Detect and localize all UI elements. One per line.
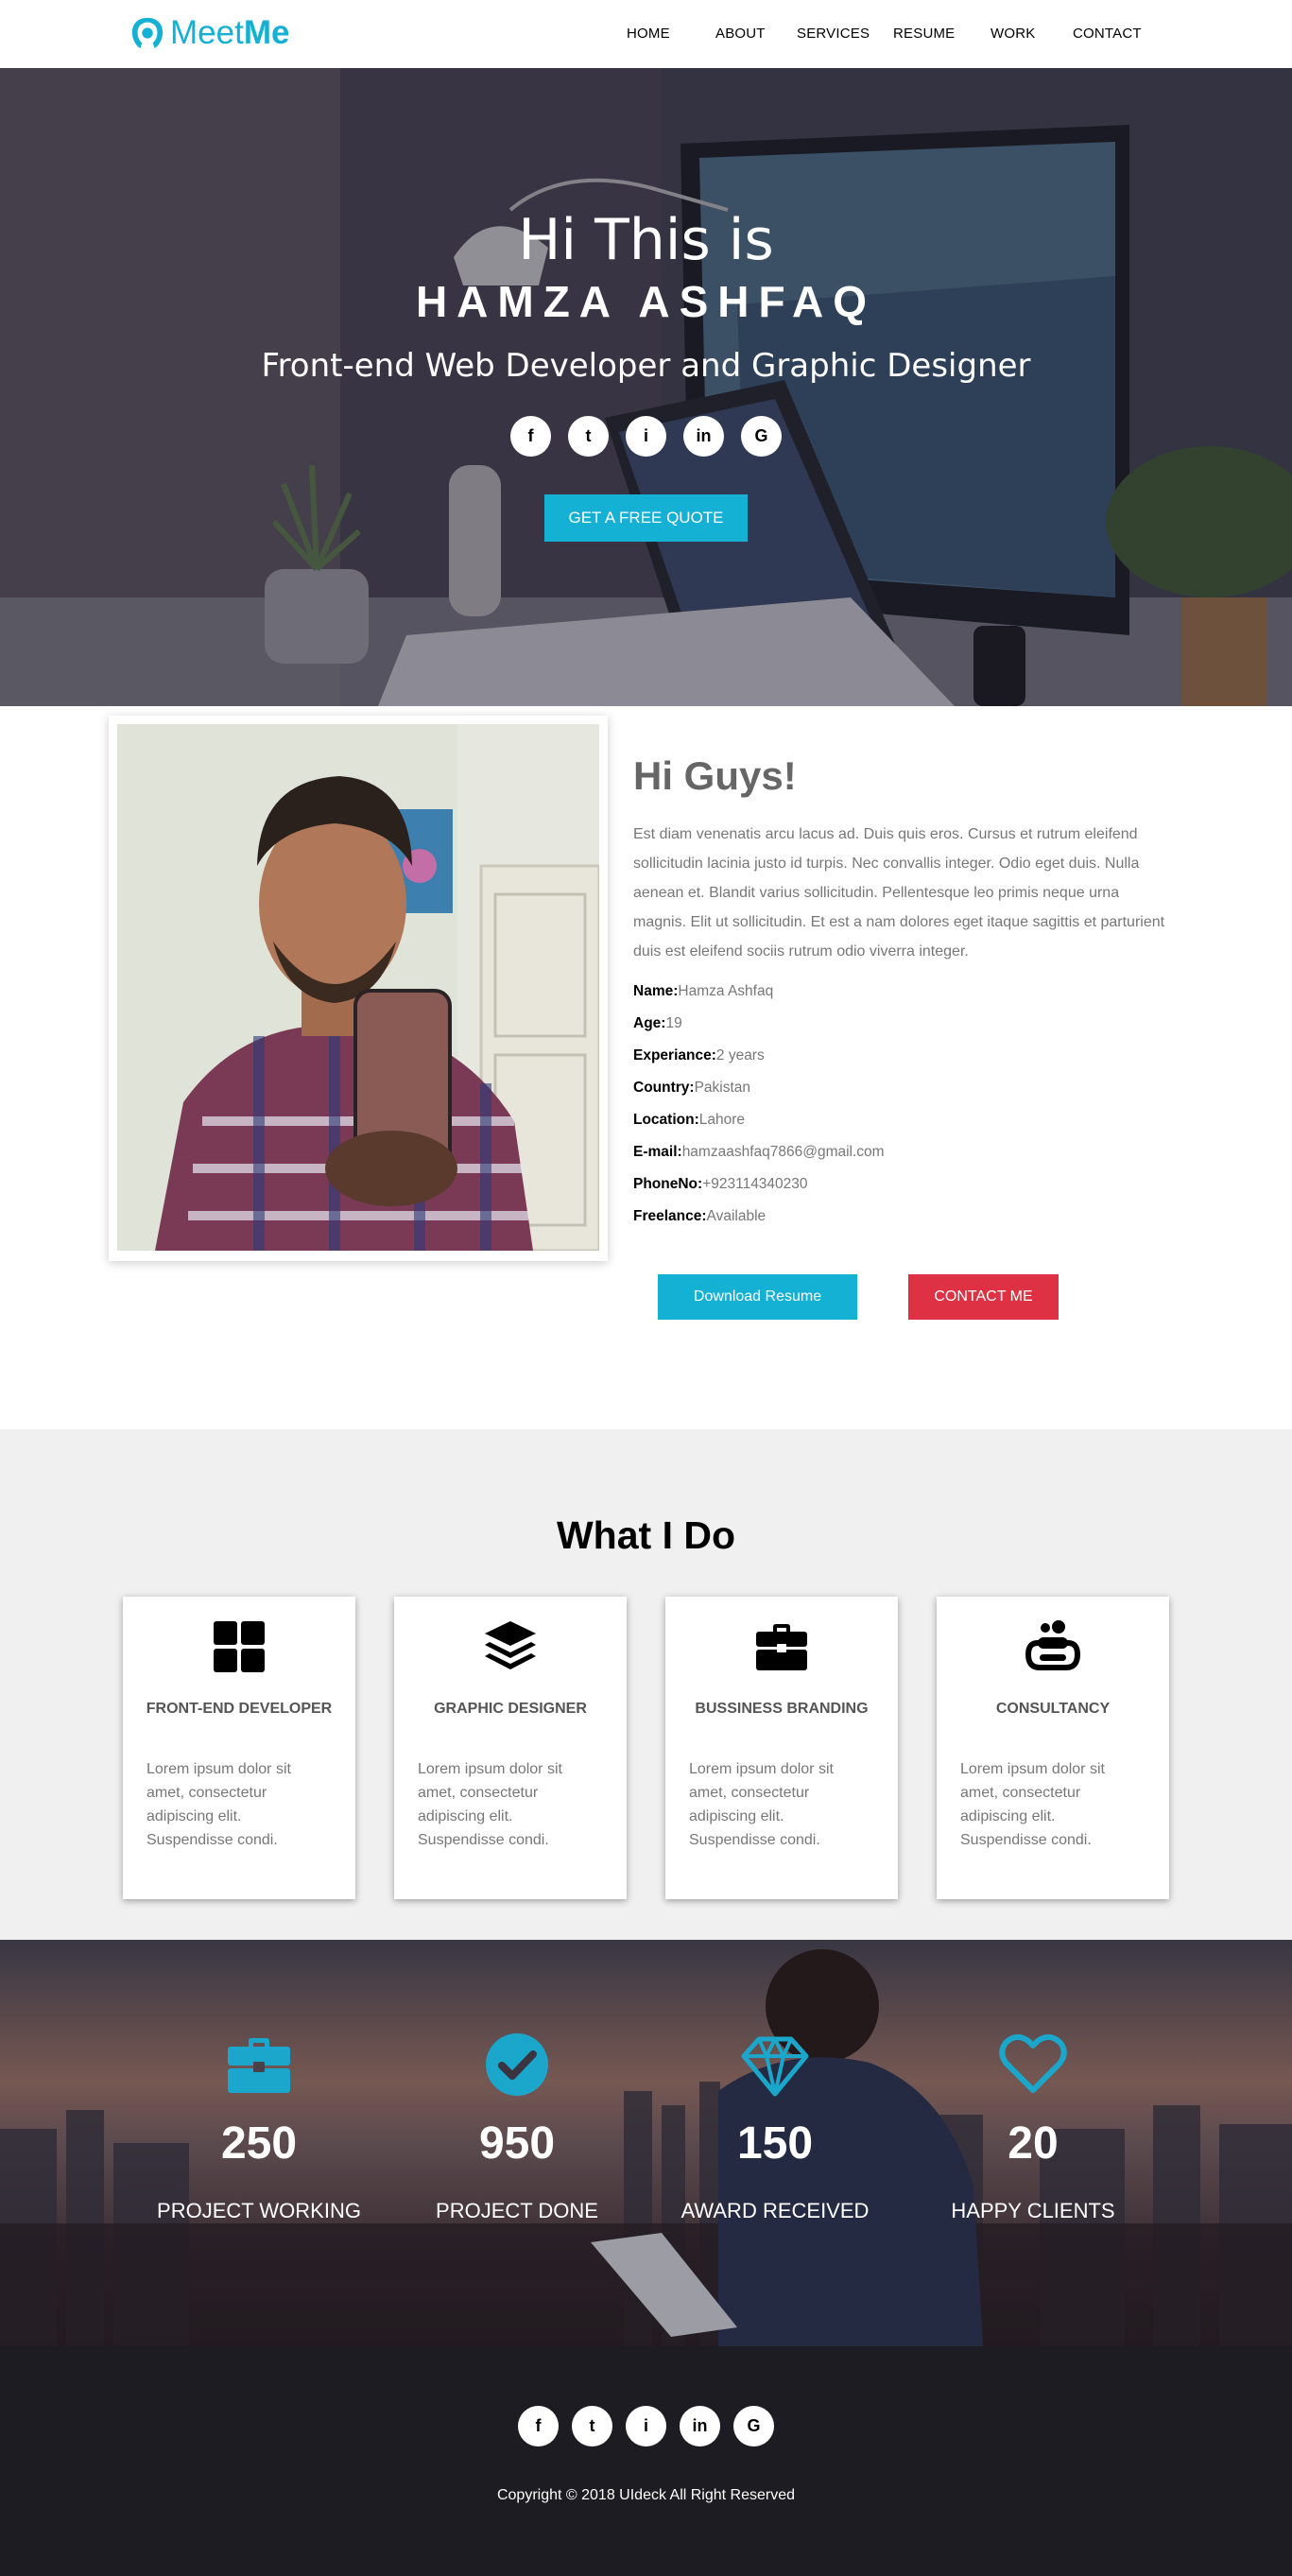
- service-card-title: FRONT-END DEVELOPER: [146, 1701, 333, 1717]
- info-row-age: Age:19: [633, 1008, 1172, 1040]
- info-row-email: E-mail:hamzaashfaq7866@gmail.com: [633, 1136, 1172, 1168]
- about-buttons: Download Resume CONTACT ME: [658, 1274, 1059, 1320]
- nav-resume[interactable]: RESUME: [893, 26, 955, 42]
- info-value: hamzaashfaq7866@gmail.com: [681, 1144, 885, 1160]
- footer: f t i in G Copyright © 2018 UIdeck All R…: [0, 2346, 1292, 2576]
- twitter-icon[interactable]: t: [572, 2406, 612, 2446]
- get-quote-button[interactable]: GET A FREE QUOTE: [544, 494, 748, 542]
- hero-role: Front-end Web Developer and Graphic Desi…: [261, 347, 1031, 385]
- service-card-frontend: FRONT-END DEVELOPER Lorem ipsum dolor si…: [123, 1597, 355, 1899]
- info-row-name: Name:Hamza Ashfaq: [633, 976, 1172, 1008]
- about-section: Hi Guys! Est diam venenatis arcu lacus a…: [0, 706, 1292, 1429]
- stat-value: 250: [220, 2118, 298, 2169]
- facebook-icon[interactable]: f: [510, 416, 551, 457]
- info-row-location: Location:Lahore: [633, 1104, 1172, 1136]
- briefcase-icon: [756, 1624, 807, 1670]
- info-row-experience: Experiance:2 years: [633, 1040, 1172, 1072]
- nav-home[interactable]: HOME: [627, 26, 670, 42]
- about-description: Est diam venenatis arcu lacus ad. Duis q…: [633, 826, 1165, 960]
- hero-name: HAMZA ASHFAQ: [415, 277, 877, 326]
- service-card-text: Lorem ipsum dolor sit amet, consectetur …: [689, 1761, 834, 1848]
- navbar: Meet Me HOME ABOUT SERVICES RESUME WORK C…: [0, 0, 1292, 68]
- soap-icon: [1025, 1620, 1081, 1670]
- info-key: Age:: [633, 1015, 666, 1031]
- info-key: Location:: [633, 1112, 699, 1128]
- layers-icon: [485, 1621, 536, 1669]
- service-card-title: GRAPHIC DESIGNER: [434, 1701, 587, 1717]
- hero-greeting: Hi This is: [518, 207, 774, 273]
- briefcase-icon: [228, 2038, 290, 2093]
- nav-about[interactable]: ABOUT: [715, 26, 766, 42]
- info-value: Pakistan: [694, 1080, 751, 1096]
- info-key: Name:: [633, 983, 679, 999]
- service-card-text: Lorem ipsum dolor sit amet, consectetur …: [146, 1761, 291, 1848]
- info-value: Lahore: [698, 1112, 746, 1128]
- info-value: Hamza Ashfaq: [678, 983, 774, 999]
- info-key: PhoneNo:: [633, 1176, 703, 1192]
- info-row-country: Country:Pakistan: [633, 1072, 1172, 1104]
- stat-value: 150: [736, 2118, 814, 2169]
- profile-photo-frame: [109, 716, 608, 1261]
- nav-contact[interactable]: CONTACT: [1073, 26, 1142, 42]
- grid-icon: [214, 1621, 265, 1672]
- info-key: Experiance:: [633, 1047, 716, 1063]
- nav-work[interactable]: WORK: [991, 26, 1035, 42]
- diamond-icon: [741, 2036, 809, 2097]
- stat-project-working: 250 PROJECT WORKING: [146, 2030, 372, 2223]
- instagram-icon[interactable]: i: [626, 416, 666, 457]
- stat-award-received: 150 AWARD RECEIVED: [662, 2030, 888, 2223]
- linkedin-icon[interactable]: in: [680, 2406, 720, 2446]
- heart-icon: [999, 2034, 1067, 2093]
- stats-section: 250 PROJECT WORKING 950 PROJECT DONE 150…: [0, 1940, 1292, 2346]
- hero-social-links: f t i in G: [0, 416, 1292, 457]
- info-value: 2 years: [715, 1047, 765, 1063]
- footer-social-links: f t i in G: [0, 2346, 1292, 2446]
- check-circle-icon: [486, 2033, 548, 2096]
- about-text: Hi Guys! Est diam venenatis arcu lacus a…: [633, 753, 1172, 1233]
- service-card-branding: BUSSINESS BRANDING Lorem ipsum dolor sit…: [665, 1597, 898, 1899]
- services-title: What I Do: [556, 1513, 736, 1557]
- service-card-text: Lorem ipsum dolor sit amet, consectetur …: [418, 1761, 562, 1848]
- about-title: Hi Guys!: [633, 753, 797, 798]
- service-card-consultancy: CONSULTANCY Lorem ipsum dolor sit amet, …: [937, 1597, 1169, 1899]
- nav-services[interactable]: SERVICES: [797, 26, 870, 42]
- google-icon[interactable]: G: [741, 416, 782, 457]
- info-key: Country:: [633, 1080, 695, 1096]
- hero-section: Hi This is HAMZA ASHFAQ Front-end Web De…: [0, 68, 1292, 706]
- stat-label: AWARD RECEIVED: [680, 2199, 870, 2222]
- info-value: +923114340230: [702, 1176, 808, 1192]
- service-card-title: CONSULTANCY: [995, 1701, 1111, 1717]
- stat-happy-clients: 20 HAPPY CLIENTS: [920, 2030, 1146, 2223]
- main-nav: HOME ABOUT SERVICES RESUME WORK CONTACT: [0, 26, 1292, 44]
- info-row-freelance: Freelance:Available: [633, 1201, 1172, 1233]
- twitter-icon[interactable]: t: [568, 416, 609, 457]
- instagram-icon[interactable]: i: [626, 2406, 666, 2446]
- service-card-text: Lorem ipsum dolor sit amet, consectetur …: [960, 1761, 1105, 1848]
- info-list: Name:Hamza Ashfaq Age:19 Experiance:2 ye…: [633, 976, 1172, 1233]
- info-value: Available: [706, 1208, 767, 1224]
- stat-label: HAPPY CLIENTS: [951, 2199, 1115, 2222]
- google-icon[interactable]: G: [733, 2406, 774, 2446]
- linkedin-icon[interactable]: in: [683, 416, 724, 457]
- stat-project-done: 950 PROJECT DONE: [404, 2030, 630, 2223]
- stat-label: PROJECT DONE: [436, 2199, 598, 2222]
- stat-value: 950: [478, 2118, 556, 2169]
- download-resume-button[interactable]: Download Resume: [658, 1274, 857, 1320]
- hero-content: Hi This is HAMZA ASHFAQ Front-end Web De…: [0, 68, 1292, 542]
- profile-photo: [117, 724, 601, 1253]
- services-section: What I Do FRONT-END DEVELOPER Lorem ipsu…: [0, 1429, 1292, 1940]
- info-value: 19: [665, 1015, 682, 1031]
- info-key: Freelance:: [633, 1208, 707, 1224]
- copyright-text: Copyright © 2018 UIdeck All Right Reserv…: [496, 2487, 796, 2503]
- service-card-graphic: GRAPHIC DESIGNER Lorem ipsum dolor sit a…: [394, 1597, 627, 1899]
- service-card-title: BUSSINESS BRANDING: [695, 1701, 869, 1717]
- facebook-icon[interactable]: f: [518, 2406, 559, 2446]
- stat-label: PROJECT WORKING: [157, 2199, 361, 2222]
- contact-me-button[interactable]: CONTACT ME: [908, 1274, 1059, 1320]
- services-cards: FRONT-END DEVELOPER Lorem ipsum dolor si…: [123, 1597, 1169, 1899]
- info-row-phone: PhoneNo:+923114340230: [633, 1168, 1172, 1201]
- info-key: E-mail:: [633, 1144, 682, 1160]
- stat-value: 20: [1008, 2118, 1059, 2169]
